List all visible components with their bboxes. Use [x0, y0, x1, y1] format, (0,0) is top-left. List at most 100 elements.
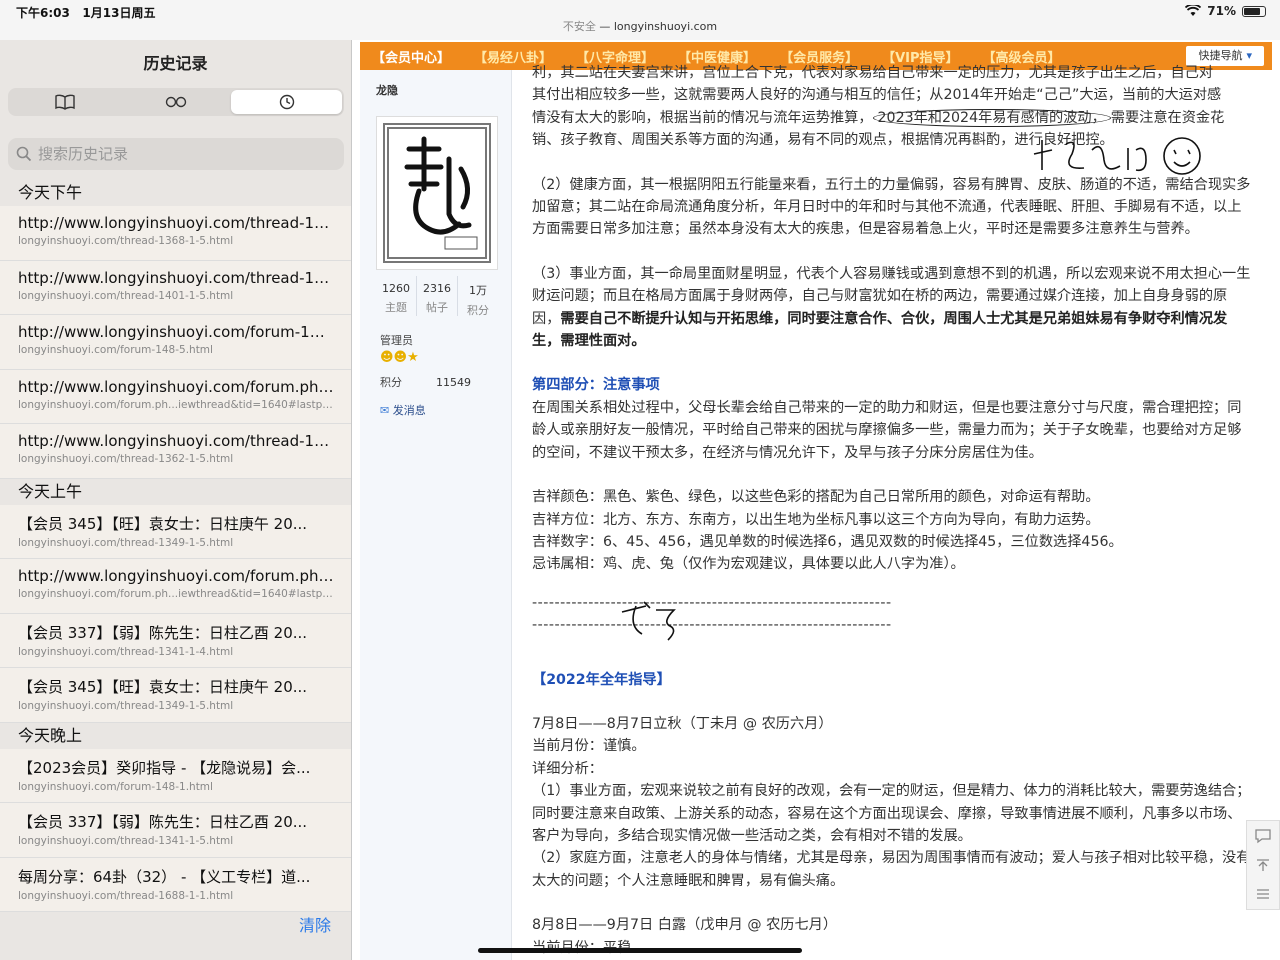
back-to-top-icon[interactable]	[1254, 857, 1272, 873]
author-role: 管理员	[380, 334, 413, 347]
paragraph-notes: 在周围关系相处过程中，父母长辈会给自己带来的一定的助力和财运，但是也要注意分寸与…	[532, 399, 1242, 461]
history-list: 今天下午 http://www.longyinshuoyi.com/thread-…	[0, 180, 351, 912]
bookmarks-tab[interactable]	[10, 90, 121, 114]
lucky-direction: 吉祥方位：北方、东方、东南方，以出生地为坐标凡事以这三个方向为导向，有助力运势。	[532, 511, 1100, 528]
sidebar-title: 历史记录	[143, 54, 208, 73]
address-url: longyinshuoyi.com	[613, 20, 718, 33]
reading-list-tab[interactable]	[121, 90, 232, 114]
history-item-title: 【2023会员】癸卯指导 - 【龙隐说易】会...	[18, 758, 311, 777]
history-item[interactable]: 【2023会员】癸卯指导 - 【龙隐说易】会... longyinshuoyi.c…	[0, 748, 351, 803]
history-tab[interactable]	[231, 90, 343, 114]
avatar[interactable]	[376, 116, 498, 270]
lucky-number: 吉祥数字：6、45、456，遇见单数的时候选择6，遇见双数的时候选择45，三位数…	[532, 533, 1123, 550]
history-item-url: longyinshuoyi.com/thread-1341-1-4.html	[18, 645, 234, 658]
author-name[interactable]: 龙隐	[376, 82, 398, 98]
list-icon[interactable]	[1254, 886, 1272, 902]
paragraph-career: （3）事业方面，其一命局里面财星明显，代表个人容易赚钱或遇到意想不到的机遇，所以…	[532, 265, 1251, 350]
month-current-1: 当前月份：谨慎。	[532, 738, 646, 755]
battery-fill	[1244, 7, 1260, 15]
handwriting-annotation	[1033, 137, 1201, 175]
month-title-2: 8月8日——9月7日 白露（戊申月 @ 农历七月）	[532, 917, 838, 934]
history-item[interactable]: 【会员 337】【弱】陈先生：日柱乙酉 20... longyinshuoyi.c…	[0, 803, 351, 858]
history-item-title: 【会员 345】【旺】袁女士：日柱庚午 20...	[18, 678, 308, 696]
status-right: 71%	[1185, 4, 1266, 18]
search-input[interactable]	[38, 145, 328, 163]
stat-points[interactable]: 1万 积分	[458, 276, 498, 317]
history-item[interactable]: http://www.longyinshuoyi.com/thread-1401…	[0, 260, 351, 315]
history-item-title: 【会员 345】【旺】袁女士：日柱庚午 20...	[18, 514, 308, 533]
stat-threads[interactable]: 1260 主题	[376, 276, 417, 316]
web-page: 【会员中心】 【易经八卦】 【八字命理】 【中医健康】 【会员服务】 【VIP指…	[352, 40, 1280, 960]
taboo-zodiac: 忌讳属相：鸡、虎、兔（仅作为宏观建议，具体要以此人八字为准）。	[532, 556, 965, 573]
history-item[interactable]: http://www.longyinshuoyi.com/forum.php?.…	[0, 559, 351, 614]
history-sidebar: 历史记录 今天下午 http://www.longyinshuoyi.com/th…	[0, 40, 352, 960]
history-item-title: http://www.longyinshuoyi.com/forum-148-.…	[18, 323, 334, 341]
rank-icons: ☻☻★	[380, 350, 419, 365]
section-heading-2022: 【2022年全年指导】	[532, 671, 671, 688]
history-item[interactable]: 【会员 337】【弱】陈先生：日柱乙酉 20... longyinshuoyi.c…	[0, 613, 351, 668]
address-bar[interactable]: 不安全 — longyinshuoyi.com	[0, 18, 1280, 34]
history-item-url: longyinshuoyi.com/thread-1362-1-5.html	[18, 453, 234, 465]
history-item-url: longyinshuoyi.com/thread-1341-1-5.html	[18, 835, 234, 847]
history-item-title: 【会员 337】【弱】陈先生：日柱乙酉 20...	[18, 623, 308, 642]
history-item-url: longyinshuoyi.com/forum-148-5.html	[18, 344, 213, 356]
history-item[interactable]: http://www.longyinshuoyi.com/forum.php?.…	[0, 369, 351, 424]
wifi-icon	[1185, 5, 1202, 16]
author-profile: 龙隐 1260 主题 2316 帖子 1万 积分 管理员 ☻☻★ 积分 11549 ✉ …	[360, 70, 512, 960]
history-item-url: longyinshuoyi.com/thread-1688-1-1.html	[18, 889, 234, 902]
battery-percent: 71%	[1207, 4, 1236, 18]
history-item[interactable]: http://www.longyinshuoyi.com/thread-136.…	[0, 206, 351, 261]
status-bar: 下午6:03 1月13日周五 不安全 — longyinshuoyi.com 7…	[0, 0, 1280, 40]
search-icon	[16, 146, 32, 162]
sidebar-segmented-control	[8, 88, 344, 116]
month-family-1: （2）家庭方面，注意老人的身体与情绪，尤其是母亲，易因为周围事情而有波动；爱人与…	[532, 850, 1251, 889]
comment-icon[interactable]	[1254, 828, 1272, 844]
clear-button[interactable]: 清除	[299, 912, 331, 936]
history-item-title: http://www.longyinshuoyi.com/forum.php?.…	[18, 377, 334, 396]
author-score: 积分 11549	[380, 376, 471, 389]
send-message-link[interactable]: ✉ 发消息	[380, 402, 426, 418]
month-detail-label: 详细分析：	[532, 760, 603, 777]
history-item-title: 每周分享：64卦（32） - 【义工专栏】道...	[18, 867, 311, 886]
history-item-url: longyinshuoyi.com/forum-148-1.html	[18, 780, 213, 793]
month-title-1: 7月8日——8月7日立秋（丁未月 @ 农历六月）	[532, 715, 833, 732]
history-item-title: 【会员 337】【弱】陈先生：日柱乙酉 20...	[18, 813, 308, 831]
author-stats: 1260 主题 2316 帖子 1万 积分	[376, 276, 498, 317]
history-section-header: 今天下午	[0, 180, 351, 206]
security-warning: 不安全	[562, 20, 596, 33]
star-icon: ★	[407, 350, 419, 365]
sun-icon: ☻☻	[380, 350, 408, 365]
month-career-1: （1）事业方面，宏观来说较之前有良好的改观，会有一定的财运，但是精力、体力的消耗…	[532, 783, 1251, 844]
mail-icon: ✉	[380, 404, 390, 417]
nav-member-center[interactable]: 【会员中心】	[360, 47, 462, 66]
lucky-color: 吉祥颜色：黑色、紫色、绿色，以这些色彩的搭配为自己日常所用的颜色，对命运有帮助。	[532, 489, 1100, 506]
section-heading-notes: 第四部分：注意事项	[532, 377, 660, 394]
history-item[interactable]: 【会员 345】【旺】袁女士：日柱庚午 20... longyinshuoyi.c…	[0, 668, 351, 723]
stat-posts[interactable]: 2316 帖子	[417, 276, 458, 316]
history-item-title: http://www.longyinshuoyi.com/forum.php?.…	[18, 567, 334, 585]
history-item-title: http://www.longyinshuoyi.com/thread-1401…	[18, 268, 334, 287]
battery-icon	[1242, 5, 1266, 17]
history-section-header: 今天晚上	[0, 722, 351, 749]
history-item-url: longyinshuoyi.com/thread-1349-1-5.html	[18, 536, 234, 549]
history-item-url: longyinshuoyi.com/thread-1349-1-5.html	[18, 700, 234, 712]
handwriting-signature	[621, 601, 676, 641]
history-section-header: 今天上午	[0, 478, 351, 505]
history-item-url: longyinshuoyi.com/thread-1368-1-5.html	[18, 235, 234, 247]
book-icon	[55, 94, 76, 110]
history-item[interactable]: http://www.longyinshuoyi.com/thread-136.…	[0, 424, 351, 479]
history-item-title: http://www.longyinshuoyi.com/thread-136.…	[18, 214, 334, 232]
history-item[interactable]: 【会员 345】【旺】袁女士：日柱庚午 20... longyinshuoyi.c…	[0, 504, 351, 559]
home-indicator[interactable]	[478, 948, 802, 953]
floating-toolbar	[1246, 820, 1280, 910]
history-search[interactable]	[8, 138, 344, 170]
seal-character-icon	[404, 136, 478, 250]
history-item[interactable]: http://www.longyinshuoyi.com/forum-148-.…	[0, 315, 351, 370]
history-item[interactable]: 每周分享：64卦（32） - 【义工专栏】道... longyinshuoyi.c…	[0, 857, 351, 912]
history-item-title: http://www.longyinshuoyi.com/thread-136.…	[18, 432, 334, 450]
seal-avatar-image	[383, 123, 491, 263]
history-icon	[279, 94, 294, 110]
history-item-url: longyinshuoyi.com/thread-1401-1-5.html	[18, 289, 234, 302]
reading-list-icon	[165, 96, 187, 108]
circled-text: 2023年和2024年易有感情的波动，	[872, 108, 1111, 127]
